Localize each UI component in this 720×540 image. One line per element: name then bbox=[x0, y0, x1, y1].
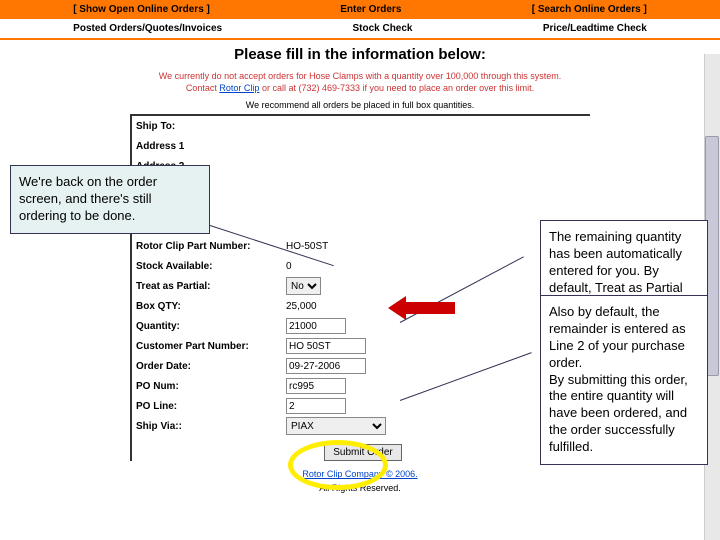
show-open-orders-link[interactable]: Show Open Online Orders bbox=[79, 4, 203, 15]
treat-partial-select[interactable]: No bbox=[286, 277, 321, 295]
box-qty-value: 25,000 bbox=[286, 301, 317, 312]
page-title: Please fill in the information below: bbox=[0, 40, 720, 67]
quantity-label: Quantity: bbox=[136, 321, 286, 332]
po-num-label: PO Num: bbox=[136, 381, 286, 392]
menu-bar: Posted Orders/Quotes/Invoices Stock Chec… bbox=[0, 19, 720, 40]
address1-label: Address 1 bbox=[136, 141, 286, 152]
red-arrow-head-icon bbox=[388, 296, 406, 320]
customer-part-label: Customer Part Number: bbox=[136, 341, 286, 352]
red-arrow-icon bbox=[405, 302, 455, 314]
search-orders-link[interactable]: Search Online Orders bbox=[538, 4, 641, 15]
callout-right-2: Also by default, the remainder is entere… bbox=[540, 295, 708, 465]
part-number-value: HO-50ST bbox=[286, 241, 328, 252]
submit-order-button[interactable]: Submit Order bbox=[324, 444, 401, 461]
stock-available-label: Stock Available: bbox=[136, 261, 286, 272]
enter-orders-link[interactable]: Enter Orders bbox=[340, 4, 401, 15]
customer-part-input[interactable] bbox=[286, 338, 366, 354]
warning-text: We currently do not accept orders for Ho… bbox=[40, 71, 680, 94]
footer-rights: All Rights Reserved. bbox=[0, 483, 720, 493]
rotor-clip-contact-link[interactable]: Rotor Clip bbox=[219, 83, 259, 93]
treat-partial-label: Treat as Partial: bbox=[136, 281, 286, 292]
ship-via-label: Ship Via:: bbox=[136, 421, 286, 432]
order-date-label: Order Date: bbox=[136, 361, 286, 372]
price-leadtime-link[interactable]: Price/Leadtime Check bbox=[543, 23, 647, 34]
footer-company: Rotor Clip Company © 2006. bbox=[0, 469, 720, 479]
stock-available-value: 0 bbox=[286, 261, 292, 272]
recommend-text: We recommend all orders be placed in ful… bbox=[0, 100, 720, 110]
box-qty-label: Box QTY: bbox=[136, 301, 286, 312]
ship-to-label: Ship To: bbox=[136, 121, 286, 132]
footer-company-link[interactable]: Rotor Clip Company © 2006. bbox=[302, 469, 417, 479]
top-nav: [ Show Open Online Orders ] Enter Orders… bbox=[0, 0, 720, 19]
quantity-input[interactable] bbox=[286, 318, 346, 334]
callout-right-1: The remaining quantity has been automati… bbox=[540, 220, 708, 306]
ship-via-select[interactable]: PIAX bbox=[286, 417, 386, 435]
posted-orders-link[interactable]: Posted Orders/Quotes/Invoices bbox=[73, 23, 222, 34]
order-date-input[interactable] bbox=[286, 358, 366, 374]
po-num-input[interactable] bbox=[286, 378, 346, 394]
po-line-input[interactable] bbox=[286, 398, 346, 414]
stock-check-link[interactable]: Stock Check bbox=[352, 23, 412, 34]
po-line-label: PO Line: bbox=[136, 401, 286, 412]
callout-left: We're back on the order screen, and ther… bbox=[10, 165, 210, 234]
